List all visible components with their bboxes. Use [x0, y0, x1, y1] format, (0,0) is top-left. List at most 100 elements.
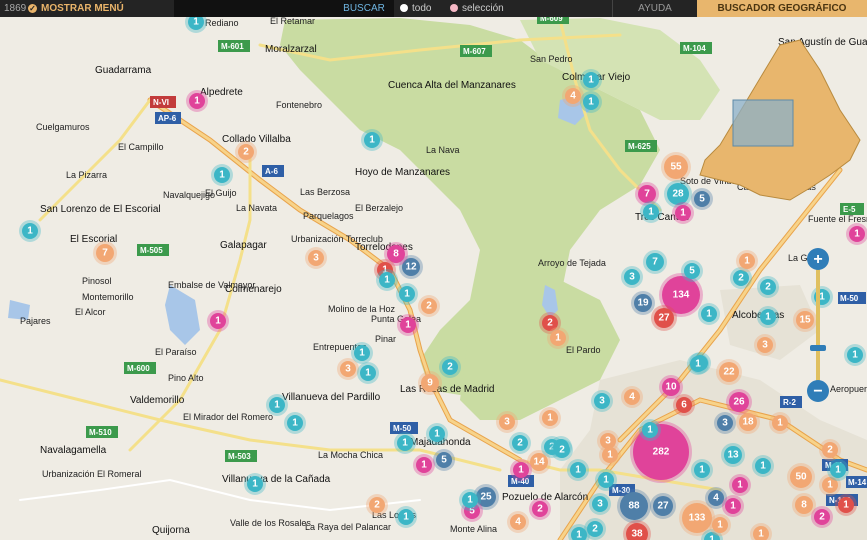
cluster-marker[interactable]: 2 — [529, 498, 551, 520]
cluster-marker[interactable]: 2 — [235, 141, 257, 163]
cluster-marker[interactable]: 7 — [93, 241, 117, 265]
cluster-marker[interactable]: 15 — [793, 308, 817, 332]
cluster-marker[interactable]: 27 — [650, 493, 676, 519]
cluster-marker[interactable]: 1 — [835, 494, 857, 516]
cluster-marker[interactable]: 1 — [580, 91, 602, 113]
cluster-marker[interactable]: 1 — [357, 362, 379, 384]
cluster-marker[interactable]: 1 — [580, 69, 602, 91]
cluster-marker[interactable]: 3 — [305, 247, 327, 269]
cluster-marker[interactable]: 1 — [426, 423, 448, 445]
cluster-marker[interactable]: 2 — [366, 494, 388, 516]
cluster-marker[interactable]: 1 — [769, 412, 791, 434]
zoom-in-icon: + — [813, 251, 822, 268]
cluster-marker[interactable]: 1 — [639, 419, 661, 441]
place-label-el-alcor: El Alcor — [75, 307, 106, 317]
map-canvas[interactable]: Guadarrama Alpedrete Collado Villalba Mo… — [0, 0, 867, 540]
cluster-marker[interactable]: 1 — [376, 269, 398, 291]
zoom-slider-handle[interactable] — [810, 345, 826, 351]
cluster-marker[interactable]: 1 — [672, 202, 694, 224]
cluster-marker[interactable]: 2 — [819, 439, 841, 461]
cluster-marker[interactable]: 3 — [621, 266, 643, 288]
cluster-marker[interactable]: 1 — [510, 459, 532, 481]
cluster-marker[interactable]: 5 — [433, 449, 455, 471]
cluster-marker[interactable]: 1 — [244, 473, 266, 495]
cluster-marker[interactable]: 1 — [266, 394, 288, 416]
cluster-marker[interactable]: 7 — [643, 250, 667, 274]
cluster-marker[interactable]: 2 — [757, 276, 779, 298]
cluster-marker[interactable]: 1 — [736, 250, 758, 272]
cluster-marker[interactable]: 1 — [698, 303, 720, 325]
cluster-marker[interactable]: 3 — [591, 390, 613, 412]
cluster-marker[interactable]: 1 — [396, 283, 418, 305]
svg-text:E-5: E-5 — [843, 205, 856, 214]
cluster-marker[interactable]: 1 — [709, 514, 731, 536]
cluster-marker[interactable]: 1 — [687, 353, 709, 375]
cluster-marker[interactable]: 2 — [439, 356, 461, 378]
cluster-marker[interactable]: 1 — [395, 506, 417, 528]
cluster-marker[interactable]: 3 — [714, 412, 736, 434]
cluster-marker[interactable]: 3 — [496, 411, 518, 433]
cluster-marker[interactable]: 1 — [397, 314, 419, 336]
help-button[interactable]: AYUDA — [612, 0, 697, 17]
cluster-marker[interactable]: 1 — [846, 223, 867, 245]
cluster-marker[interactable]: 50 — [787, 463, 815, 491]
cluster-marker[interactable]: 5 — [691, 188, 713, 210]
cluster-marker[interactable]: 1 — [567, 459, 589, 481]
cluster-marker[interactable]: 1 — [757, 306, 779, 328]
cluster-marker[interactable]: 1 — [729, 474, 751, 496]
cluster-marker[interactable]: 3 — [589, 493, 611, 515]
cluster-marker[interactable]: 19 — [631, 291, 655, 315]
geo-search-button[interactable]: BUSCADOR GEOGRÁFICO — [697, 0, 867, 17]
cluster-marker[interactable]: 1 — [811, 286, 833, 308]
cluster-marker[interactable]: 4 — [507, 511, 529, 533]
cluster-marker[interactable]: 13 — [721, 443, 745, 467]
cluster-marker[interactable]: 9 — [418, 371, 442, 395]
cluster-marker[interactable]: 1 — [827, 459, 849, 481]
cluster-marker[interactable]: 5 — [681, 260, 703, 282]
cluster-marker[interactable]: 1 — [722, 495, 744, 517]
cluster-marker[interactable]: 2 — [811, 506, 833, 528]
cluster-marker[interactable]: 6 — [673, 394, 695, 416]
cluster-marker[interactable]: 2 — [509, 432, 531, 454]
minimap-viewport[interactable] — [732, 99, 794, 147]
cluster-marker[interactable]: 1 — [186, 90, 208, 112]
cluster-marker[interactable]: 88 — [617, 489, 651, 523]
cluster-marker[interactable]: 1 — [284, 412, 306, 434]
cluster-marker[interactable]: 1 — [211, 164, 233, 186]
cluster-marker[interactable]: 1 — [595, 469, 617, 491]
search-button[interactable]: BUSCAR — [334, 0, 394, 17]
cluster-marker[interactable]: 1 — [547, 327, 569, 349]
cluster-count: 13 — [727, 450, 739, 461]
cluster-marker[interactable]: 4 — [621, 386, 643, 408]
cluster-marker[interactable]: 55 — [661, 152, 691, 182]
cluster-count: 12 — [405, 262, 417, 273]
cluster-marker[interactable]: 1 — [394, 432, 416, 454]
cluster-marker[interactable]: 22 — [716, 359, 742, 385]
cluster-marker[interactable]: 1 — [413, 454, 435, 476]
cluster-count: 1 — [843, 500, 849, 511]
cluster-marker[interactable]: 1 — [844, 344, 866, 366]
cluster-marker[interactable]: 1 — [691, 459, 713, 481]
cluster-marker[interactable]: 1 — [361, 129, 383, 151]
cluster-count: 4 — [713, 493, 719, 504]
cluster-marker[interactable]: 1 — [599, 444, 621, 466]
show-menu-button[interactable]: ✓ MOSTRAR MENÚ — [28, 0, 124, 17]
cluster-count: 133 — [689, 513, 706, 524]
cluster-count: 18 — [742, 417, 754, 428]
cluster-marker[interactable]: 1 — [459, 489, 481, 511]
cluster-count: 3 — [599, 396, 605, 407]
filter-option-selection[interactable]: selección — [450, 0, 504, 17]
cluster-marker[interactable]: 3 — [754, 334, 776, 356]
cluster-marker[interactable]: 1 — [752, 455, 774, 477]
cluster-marker[interactable]: 1 — [19, 220, 41, 242]
cluster-marker[interactable]: 1 — [539, 407, 561, 429]
cluster-marker[interactable]: 18 — [736, 410, 760, 434]
cluster-count: 2 — [537, 504, 543, 515]
cluster-marker[interactable]: 1 — [640, 201, 662, 223]
cluster-marker[interactable]: 27 — [651, 305, 677, 331]
cluster-marker[interactable]: 2 — [551, 439, 573, 461]
cluster-marker[interactable]: 2 — [418, 295, 440, 317]
cluster-marker[interactable]: 1 — [351, 342, 373, 364]
filter-option-all[interactable]: todo — [400, 0, 431, 17]
cluster-marker[interactable]: 1 — [207, 310, 229, 332]
